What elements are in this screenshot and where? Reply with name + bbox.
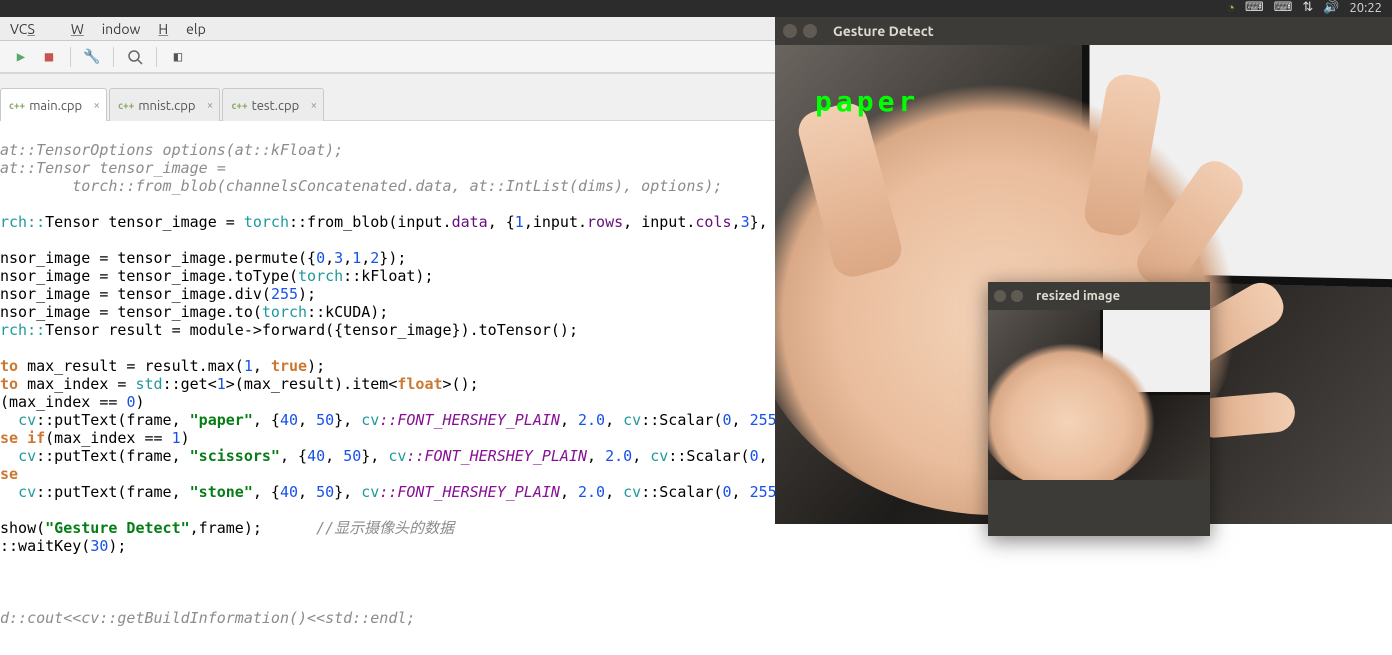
resized-feed bbox=[988, 310, 1210, 480]
code-editor[interactable]: at::TensorOptions options(at::kFloat); a… bbox=[0, 121, 775, 655]
cpp-file-icon: c++ bbox=[9, 100, 25, 111]
window-close-icon[interactable] bbox=[783, 24, 797, 38]
gesture-label: paper bbox=[815, 85, 919, 118]
structure-icon[interactable]: ◧ bbox=[167, 46, 189, 68]
keyboard-icon[interactable]: ⌨ bbox=[1245, 0, 1264, 15]
wrench-icon[interactable]: 🔧 bbox=[81, 46, 103, 68]
search-icon[interactable] bbox=[124, 46, 146, 68]
indicator-icon[interactable]: ◔ bbox=[1227, 0, 1235, 15]
close-icon[interactable]: × bbox=[93, 99, 100, 112]
window-close-icon[interactable] bbox=[994, 290, 1006, 302]
window-title: Gesture Detect bbox=[833, 23, 934, 39]
menu-vcs[interactable]: VCS bbox=[10, 21, 53, 37]
clock[interactable]: 20:22 bbox=[1349, 1, 1382, 15]
resized-image-window: resized image bbox=[988, 282, 1210, 536]
tab-mnist[interactable]: c++ mnist.cpp × bbox=[109, 88, 220, 122]
window-titlebar[interactable]: Gesture Detect bbox=[775, 17, 1392, 45]
keyboard-icon-2[interactable]: ⌨ bbox=[1274, 0, 1293, 15]
window-titlebar[interactable]: resized image bbox=[988, 282, 1210, 310]
menu-help[interactable]: Help bbox=[158, 21, 205, 37]
window-minimize-icon[interactable] bbox=[1011, 290, 1023, 302]
run-icon[interactable]: ▶ bbox=[10, 46, 32, 68]
window-minimize-icon[interactable] bbox=[803, 24, 817, 38]
tab-main[interactable]: c++ main.cpp × bbox=[0, 88, 107, 122]
close-icon[interactable]: × bbox=[207, 99, 214, 112]
system-topbar: ◔ ⌨ ⌨ ⇅ 🔊 20:22 bbox=[0, 0, 1392, 17]
tab-label: main.cpp bbox=[29, 99, 82, 113]
cpp-file-icon: c++ bbox=[231, 100, 247, 111]
tab-test[interactable]: c++ test.cpp × bbox=[222, 88, 324, 122]
close-icon[interactable]: × bbox=[310, 99, 317, 112]
network-icon[interactable]: ⇅ bbox=[1302, 0, 1313, 15]
menu-window[interactable]: Window bbox=[71, 21, 141, 37]
tab-label: test.cpp bbox=[252, 99, 300, 113]
tab-label: mnist.cpp bbox=[138, 99, 195, 113]
volume-icon[interactable]: 🔊 bbox=[1323, 0, 1339, 15]
stop-icon[interactable]: ■ bbox=[38, 46, 60, 68]
window-title: resized image bbox=[1036, 289, 1120, 303]
cpp-file-icon: c++ bbox=[118, 100, 134, 111]
